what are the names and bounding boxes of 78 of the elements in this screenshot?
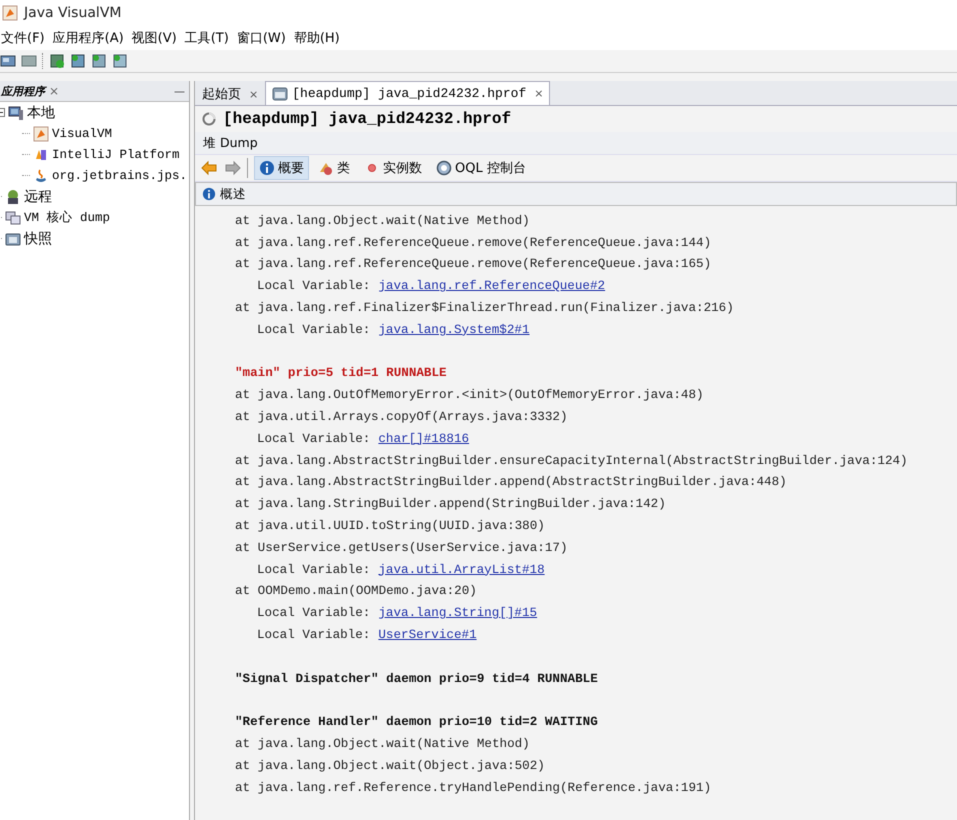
object-link[interactable]: java.util.ArrayList#18: [378, 562, 545, 577]
menu-item[interactable]: 视图(V): [132, 29, 177, 47]
object-link[interactable]: java.lang.ref.ReferenceQueue#2: [378, 279, 606, 294]
toolbar-icon[interactable]: [21, 53, 37, 69]
spinner-icon: [201, 111, 217, 127]
view-tab[interactable]: 类: [313, 156, 355, 180]
local-variable-label: Local Variable:: [257, 628, 370, 642]
stack-frame: at java.lang.StringBuilder.append(StringBuilder.java:142): [235, 497, 666, 512]
stack-frame: at java.lang.AbstractStringBuilder.ensureCapacityInternal(AbstractStringBuilder.java:124): [235, 454, 908, 468]
view-tab[interactable]: 实例数: [359, 156, 427, 180]
view-tab[interactable]: OQL 控制台: [431, 156, 531, 180]
info-icon: [259, 160, 275, 176]
stack-frame: at java.lang.Object.wait(Native Method): [235, 214, 530, 228]
object-link[interactable]: java.lang.String[]#15: [378, 606, 538, 620]
tree-item[interactable]: VM 核心 dump: [24, 209, 110, 226]
document-icon: [272, 86, 288, 102]
section-title: 堆 Dump: [203, 134, 258, 152]
node-icon: [8, 104, 24, 120]
magnifier-icon: [436, 160, 452, 176]
stack-frame: at java.util.Arrays.copyOf(Arrays.java:3332): [235, 410, 568, 424]
thread-header: "main" prio=5 tid=1 RUNNABLE: [235, 366, 447, 380]
local-variable-label: Local Variable:: [257, 606, 370, 620]
stack-frame: at java.lang.AbstractStringBuilder.append(AbstractStringBuilder.java:448): [235, 475, 787, 490]
stack-frame: at OOMDemo.main(OOMDemo.java:20): [235, 584, 477, 598]
menu-item[interactable]: 帮助(H): [294, 29, 340, 47]
document-title: [heapdump] java_pid24232.hprof: [223, 110, 512, 128]
menu-item[interactable]: 窗口(W): [236, 29, 286, 47]
node-icon: [5, 188, 21, 204]
stack-frame: at java.lang.ref.Finalizer$FinalizerThread.run(Finalizer.java:216): [235, 301, 734, 316]
tree-item[interactable]: 本地: [27, 104, 55, 122]
tab[interactable]: 起始页 ×: [195, 82, 266, 105]
menu-item[interactable]: 文件(F): [1, 29, 45, 47]
local-variable-label: Local Variable:: [257, 562, 370, 577]
toolbar-icon[interactable]: [0, 53, 16, 69]
object-link[interactable]: UserService#1: [378, 628, 477, 642]
tree-item[interactable]: 远程: [24, 188, 52, 206]
close-icon[interactable]: ×: [534, 87, 544, 100]
tree-item[interactable]: 快照: [24, 230, 52, 248]
toolbar-icon[interactable]: [49, 53, 65, 69]
thread-header: "Reference Handler" daemon prio=10 tid=2 WAITING: [235, 715, 598, 730]
toolbar-icon[interactable]: [112, 53, 128, 69]
forward-arrow-icon: [225, 160, 241, 176]
stack-frame: at java.util.UUID.toString(UUID.java:380): [235, 519, 545, 534]
stack-frame: at java.lang.ref.Reference.tryHandlePending(Reference.java:191): [235, 780, 712, 795]
stack-frame: at java.lang.ref.ReferenceQueue.remove(ReferenceQueue.java:165): [235, 257, 712, 272]
panel-title: 概述: [220, 186, 246, 202]
local-variable-label: Local Variable:: [257, 322, 370, 337]
thread-header: "Signal Dispatcher" daemon prio=9 tid=4 RUNNABLE: [235, 672, 598, 686]
app-icon: [2, 5, 18, 21]
app-icon: [33, 168, 49, 184]
stack-frame: at UserService.getUsers(UserService.java:17): [235, 540, 568, 555]
minimize-icon[interactable]: —: [174, 84, 185, 98]
toolbar-icon[interactable]: [70, 53, 86, 69]
node-icon: [5, 230, 21, 246]
stack-frame: at java.lang.OutOfMemoryError.<init>(OutOfMemoryError.java:48): [235, 388, 704, 402]
toolbar-icon[interactable]: [91, 53, 107, 69]
tree-item[interactable]: IntelliJ Platform: [52, 148, 180, 162]
local-variable-label: Local Variable:: [257, 432, 370, 446]
stack-frame: at java.lang.ref.ReferenceQueue.remove(ReferenceQueue.java:144): [235, 236, 712, 250]
menu-item[interactable]: 应用程序(A): [52, 29, 124, 47]
object-link[interactable]: java.lang.System$2#1: [378, 322, 530, 337]
close-icon[interactable]: ×: [249, 88, 258, 100]
object-link[interactable]: char[]#18816: [378, 432, 470, 446]
view-tab[interactable]: 概要: [254, 156, 309, 180]
app-icon: [33, 126, 49, 142]
tab[interactable]: [heapdump] java_pid24232.hprof ×: [265, 81, 550, 105]
back-arrow-icon: [201, 160, 217, 176]
stack-frame: at java.lang.Object.wait(Native Method): [235, 737, 530, 752]
local-variable-label: Local Variable:: [257, 279, 370, 294]
node-icon: [5, 210, 21, 226]
window-title: Java VisualVM: [24, 5, 122, 21]
close-icon[interactable]: ×: [49, 84, 60, 98]
tree-item[interactable]: org.jetbrains.jps.: [52, 168, 188, 182]
tree-item[interactable]: VisualVM: [52, 126, 112, 140]
stack-frame: at java.lang.Object.wait(Object.java:502): [235, 758, 545, 773]
panel-title: 应用程序: [0, 84, 48, 98]
menu-item[interactable]: 工具(T): [184, 29, 229, 47]
info-icon: [202, 187, 216, 201]
